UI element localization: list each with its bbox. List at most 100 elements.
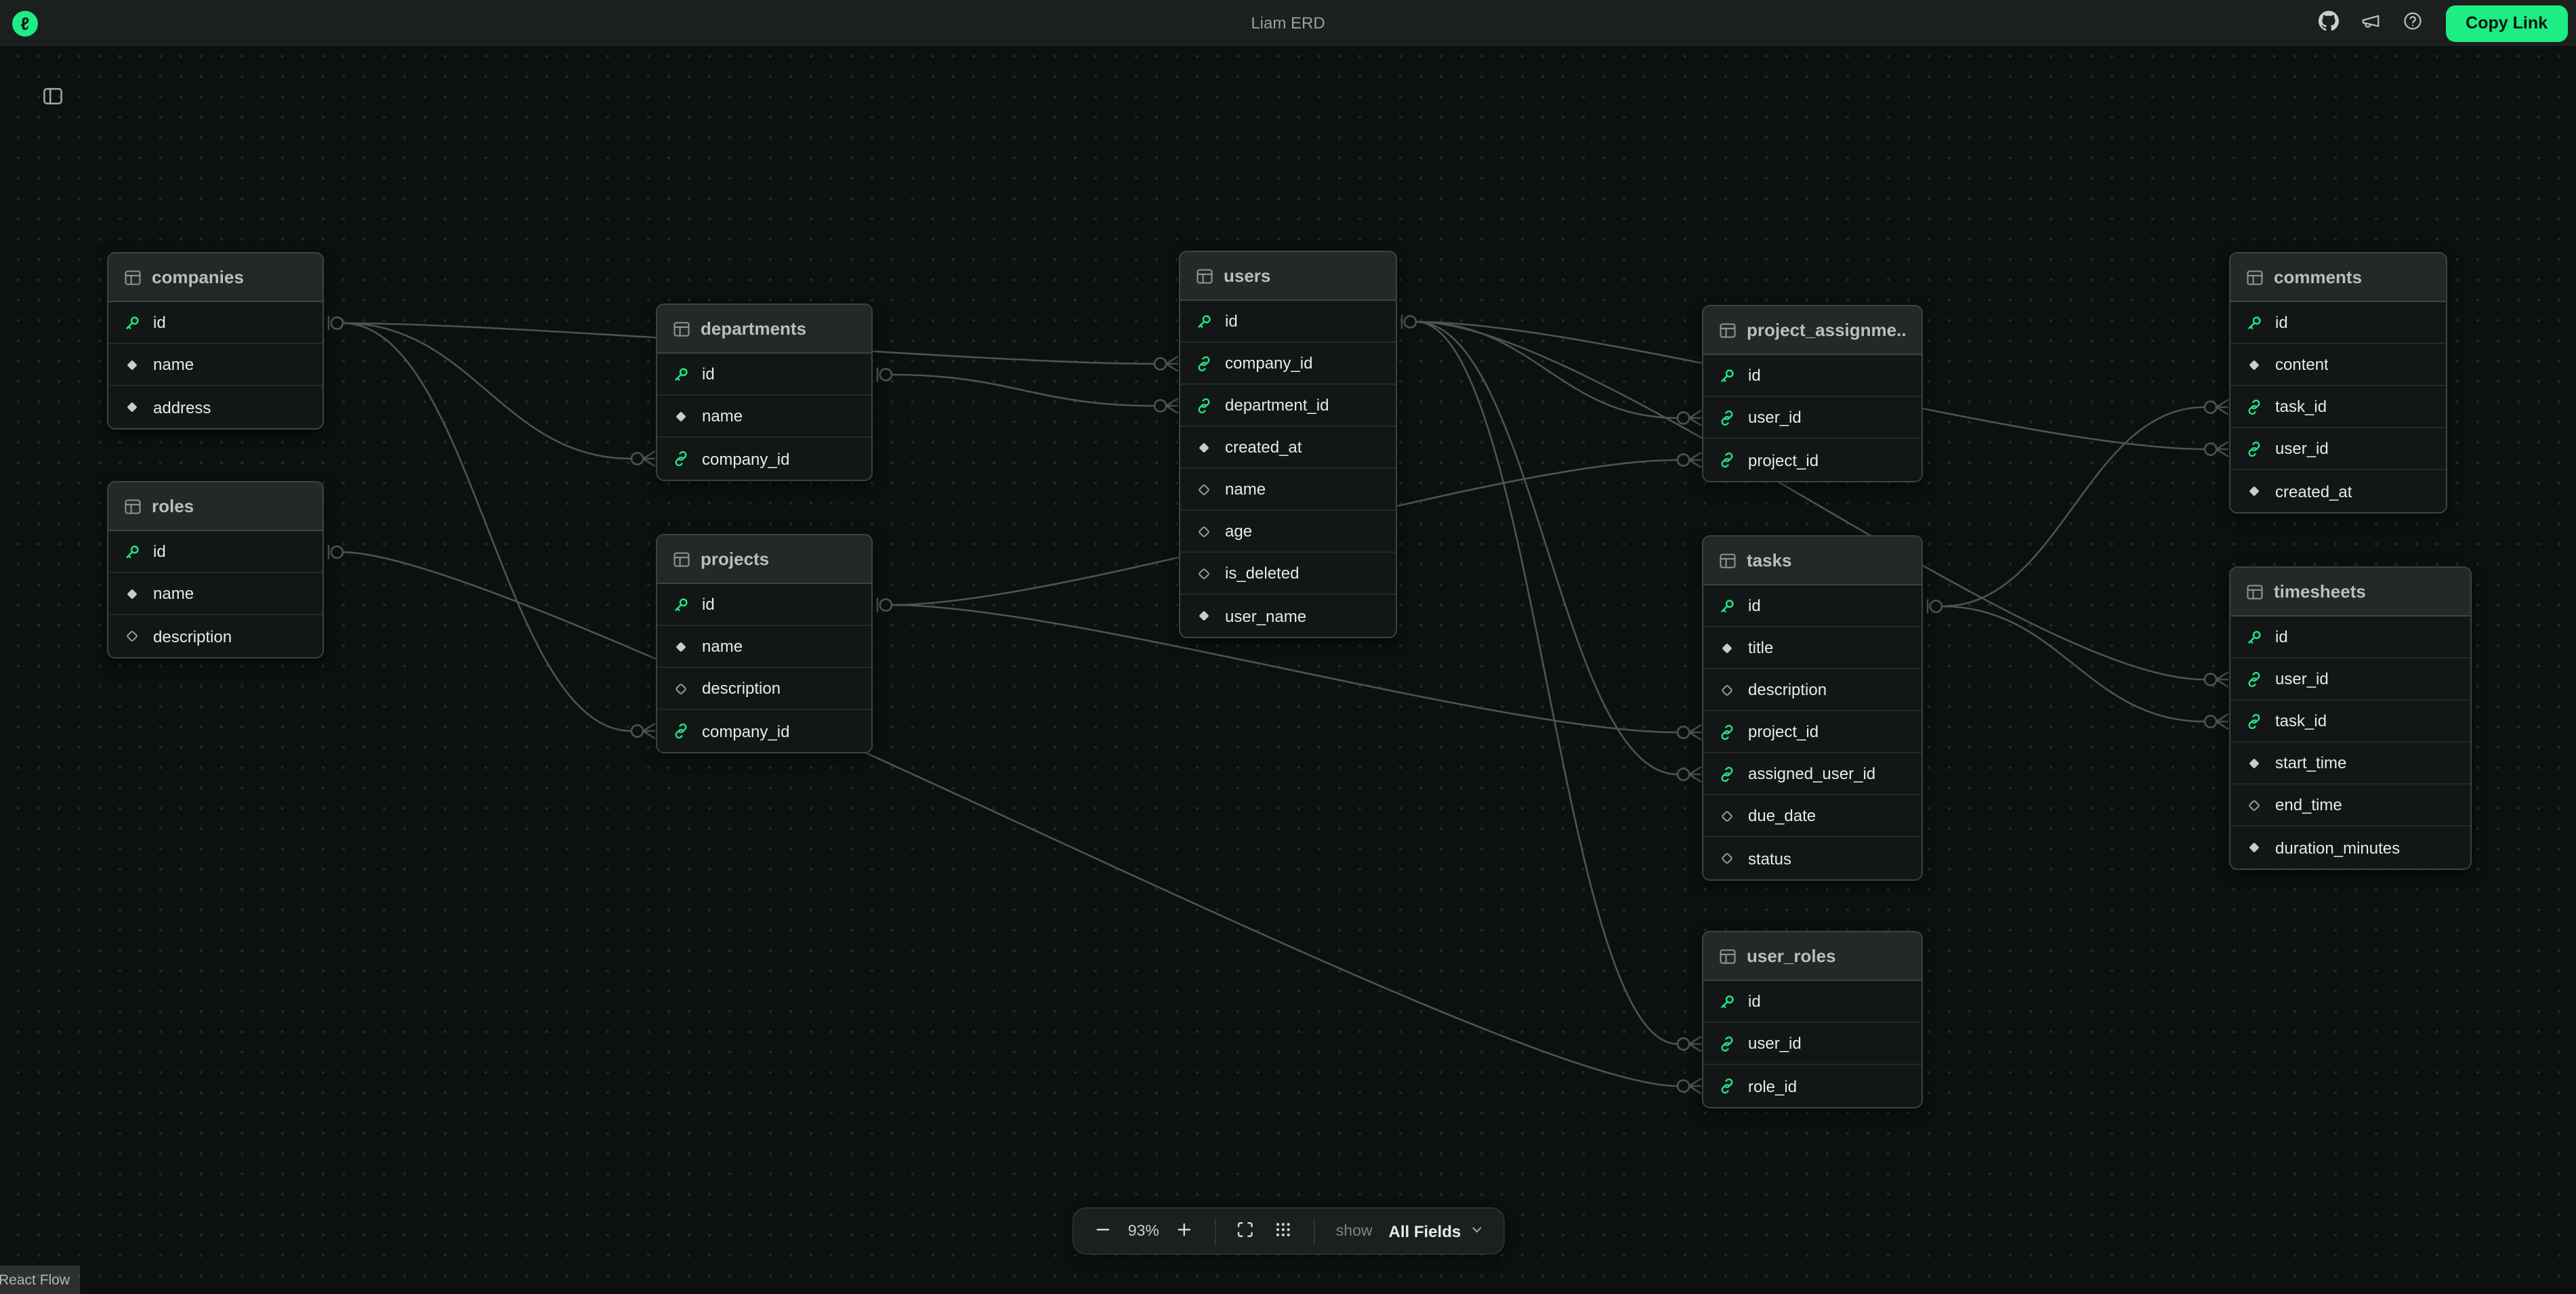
zoom-out-button[interactable] xyxy=(1087,1215,1119,1247)
sidebar-toggle-button[interactable] xyxy=(38,83,68,112)
column-row[interactable]: id xyxy=(2230,302,2446,344)
column-row[interactable]: assigned_user_id xyxy=(1703,753,1921,795)
column-row[interactable]: user_name xyxy=(1180,595,1396,637)
column-row[interactable]: created_at xyxy=(1180,427,1396,469)
column-row[interactable]: name xyxy=(108,573,323,615)
table-header[interactable]: departments xyxy=(657,305,871,354)
table-icon xyxy=(123,497,142,516)
column-row[interactable]: name xyxy=(657,626,871,668)
table-node-user_roles[interactable]: user_roles id user_id role_id xyxy=(1702,931,1923,1108)
table-header[interactable]: timesheets xyxy=(2230,568,2470,617)
foreign-key-icon xyxy=(1718,1077,1736,1095)
column-row[interactable]: description xyxy=(108,615,323,657)
fields-value: All Fields xyxy=(1389,1222,1461,1240)
column-row[interactable]: id xyxy=(2230,617,2470,659)
column-row[interactable]: company_id xyxy=(657,438,871,480)
table-node-departments[interactable]: departments id name company_id xyxy=(656,304,873,481)
column-row[interactable]: address xyxy=(108,386,323,428)
column-row[interactable]: id xyxy=(1703,355,1921,397)
column-row[interactable]: task_id xyxy=(2230,386,2446,428)
column-row[interactable]: id xyxy=(1703,981,1921,1023)
column-row[interactable]: id xyxy=(657,584,871,626)
table-header[interactable]: tasks xyxy=(1703,537,1921,585)
diamond-outline-icon xyxy=(1718,807,1736,825)
column-row[interactable]: title xyxy=(1703,627,1921,669)
table-columns: id name description company_id xyxy=(657,584,871,752)
column-row[interactable]: id xyxy=(657,354,871,396)
column-name: id xyxy=(1225,312,1238,331)
column-row[interactable]: project_id xyxy=(1703,711,1921,753)
table-header[interactable]: comments xyxy=(2230,253,2446,302)
github-button[interactable] xyxy=(2312,7,2345,39)
table-node-projects[interactable]: projects id name description company_id xyxy=(656,534,873,753)
column-row[interactable]: status xyxy=(1703,837,1921,879)
column-name: is_deleted xyxy=(1225,564,1299,583)
react-flow-attribution[interactable]: React Flow xyxy=(0,1266,79,1294)
table-header[interactable]: users xyxy=(1180,252,1396,301)
column-row[interactable]: user_id xyxy=(2230,659,2470,701)
column-row[interactable]: user_id xyxy=(2230,428,2446,470)
table-name: comments xyxy=(2274,267,2362,287)
column-row[interactable]: created_at xyxy=(2230,470,2446,512)
announcements-button[interactable] xyxy=(2354,7,2387,39)
column-row[interactable]: due_date xyxy=(1703,795,1921,837)
column-row[interactable]: description xyxy=(1703,669,1921,711)
column-row[interactable]: role_id xyxy=(1703,1065,1921,1107)
table-header[interactable]: companies xyxy=(108,253,323,302)
table-node-roles[interactable]: roles id name description xyxy=(107,481,324,659)
column-row[interactable]: id xyxy=(108,302,323,344)
column-row[interactable]: name xyxy=(657,396,871,438)
column-row[interactable]: company_id xyxy=(1180,343,1396,385)
column-row[interactable]: company_id xyxy=(657,710,871,752)
table-node-timesheets[interactable]: timesheets id user_id task_id start_time… xyxy=(2229,566,2472,870)
diamond-outline-icon xyxy=(1195,480,1213,498)
column-row[interactable]: name xyxy=(108,344,323,386)
column-row[interactable]: content xyxy=(2230,344,2446,386)
column-row[interactable]: description xyxy=(657,668,871,710)
column-row[interactable]: end_time xyxy=(2230,785,2470,827)
zoom-in-button[interactable] xyxy=(1168,1215,1201,1247)
erd-canvas[interactable]: companies id name address roles id name xyxy=(0,0,2576,1294)
github-icon xyxy=(2319,11,2339,35)
column-row[interactable]: is_deleted xyxy=(1180,553,1396,595)
table-node-companies[interactable]: companies id name address xyxy=(107,252,324,430)
foreign-key-icon xyxy=(1718,723,1736,740)
column-row[interactable]: name xyxy=(1180,469,1396,511)
column-name: end_time xyxy=(2275,795,2342,814)
column-name: role_id xyxy=(1748,1077,1797,1095)
chevron-down-icon xyxy=(1469,1222,1484,1240)
column-row[interactable]: id xyxy=(108,531,323,573)
column-row[interactable]: age xyxy=(1180,511,1396,553)
copy-link-button[interactable]: Copy Link xyxy=(2445,5,2568,41)
foreign-key-icon xyxy=(2245,712,2263,730)
help-button[interactable] xyxy=(2396,7,2429,39)
table-columns: id user_id role_id xyxy=(1703,981,1921,1107)
table-header[interactable]: user_roles xyxy=(1703,932,1921,981)
show-fields-select[interactable]: All Fields xyxy=(1384,1213,1490,1249)
column-row[interactable]: start_time xyxy=(2230,743,2470,785)
table-header[interactable]: project_assignme... xyxy=(1703,306,1921,355)
column-row[interactable]: task_id xyxy=(2230,701,2470,743)
table-node-users[interactable]: users id company_id department_id create… xyxy=(1179,251,1397,638)
fit-view-button[interactable] xyxy=(1229,1215,1262,1247)
column-row[interactable]: duration_minutes xyxy=(2230,827,2470,869)
table-header[interactable]: projects xyxy=(657,535,871,584)
column-row[interactable]: department_id xyxy=(1180,385,1396,427)
table-header[interactable]: roles xyxy=(108,482,323,531)
column-row[interactable]: user_id xyxy=(1703,397,1921,439)
column-row[interactable]: project_id xyxy=(1703,439,1921,481)
table-node-comments[interactable]: comments id content task_id user_id crea… xyxy=(2229,252,2447,514)
tidy-up-button[interactable] xyxy=(1267,1215,1300,1247)
column-name: status xyxy=(1748,849,1791,868)
column-name: project_id xyxy=(1748,451,1819,469)
table-node-tasks[interactable]: tasks id title description project_id as… xyxy=(1702,535,1923,881)
column-name: created_at xyxy=(1225,438,1302,457)
table-icon xyxy=(672,549,691,568)
column-row[interactable]: id xyxy=(1180,301,1396,343)
column-name: task_id xyxy=(2275,397,2327,416)
column-row[interactable]: id xyxy=(1703,585,1921,627)
liam-erd-app: companies id name address roles id name xyxy=(0,0,2576,1294)
foreign-key-icon xyxy=(672,450,690,467)
column-row[interactable]: user_id xyxy=(1703,1023,1921,1065)
table-node-project_assignments[interactable]: project_assignme... id user_id project_i… xyxy=(1702,305,1923,482)
